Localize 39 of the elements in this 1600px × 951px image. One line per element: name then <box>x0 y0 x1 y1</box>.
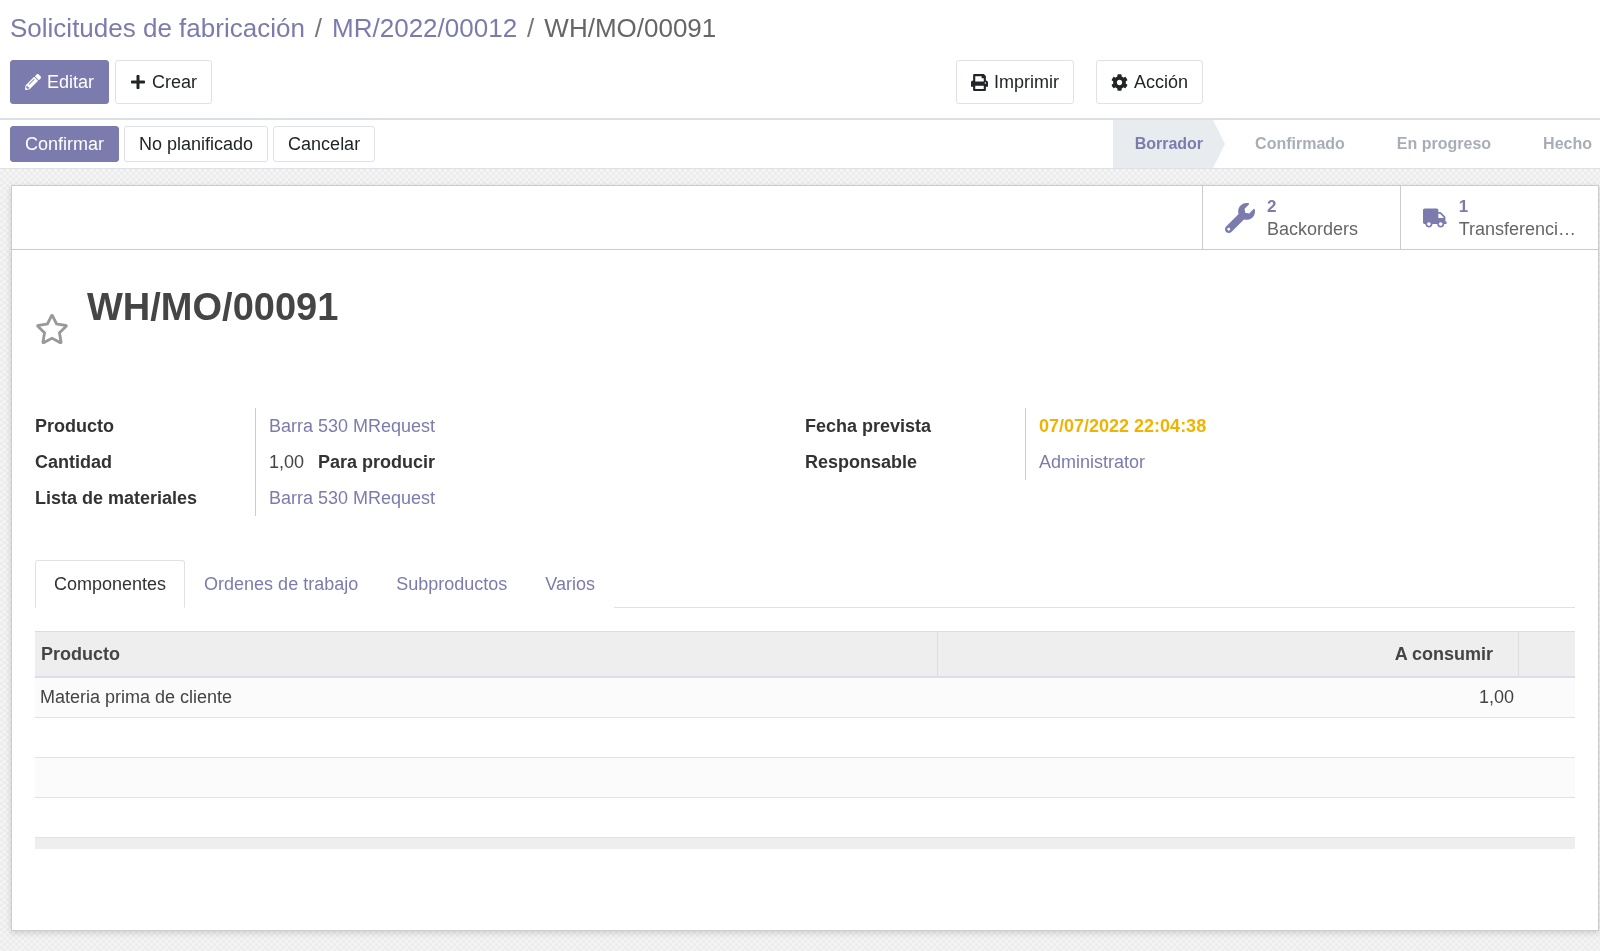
table-row[interactable]: Materia prima de cliente 1,00 <box>35 678 1575 718</box>
field-link[interactable]: Barra 530 MRequest <box>269 487 436 509</box>
status-stage[interactable]: Borrador <box>1112 120 1226 168</box>
header-button[interactable]: No planificado <box>124 126 269 162</box>
tab[interactable]: Componentes <box>35 560 186 608</box>
quantity-label: Para producir <box>318 451 436 473</box>
create-button[interactable]: Crear <box>115 60 213 104</box>
settings-icon <box>1111 73 1128 91</box>
breadcrumb-separator: / <box>527 12 535 44</box>
smart-button[interactable]: 1 Transferenci… <box>1400 186 1598 249</box>
field-link[interactable]: Barra 530 MRequest <box>269 415 436 437</box>
field-label: Fecha prevista <box>805 414 933 438</box>
plus-icon <box>130 74 147 90</box>
quantity-value: 1,00 <box>269 451 305 473</box>
pencil-icon <box>25 74 41 90</box>
record-title: WH/MO/00091 <box>87 286 339 329</box>
column-header: Producto <box>35 632 938 676</box>
star-icon[interactable] <box>35 312 69 346</box>
wrench-icon <box>1225 202 1255 233</box>
table-cell-text: 1,00 <box>1477 686 1515 709</box>
date-value: 07/07/2022 22:04:38 <box>1039 415 1207 437</box>
breadcrumb: WH/MO/00091 <box>544 12 717 44</box>
header-button[interactable]: Cancelar <box>273 126 376 162</box>
breadcrumb[interactable]: MR/2022/00012 <box>332 12 518 44</box>
action-button[interactable]: Acción <box>1096 60 1204 104</box>
breadcrumb-separator: / <box>314 12 323 44</box>
field-label: Cantidad <box>35 450 113 474</box>
smart-button[interactable]: 2 Backorders <box>1202 186 1400 249</box>
edit-button[interactable]: Editar <box>10 60 110 104</box>
field-label: Responsable <box>805 450 919 474</box>
header-button[interactable]: Confirmar <box>10 126 119 162</box>
breadcrumb[interactable]: Solicitudes de fabricación <box>10 12 305 44</box>
field-link[interactable]: Administrator <box>1039 451 1146 473</box>
printer-icon <box>971 73 988 91</box>
table-cell-text: Materia prima de cliente <box>39 686 234 709</box>
field-label: Producto <box>35 414 115 438</box>
column-header: A consumir <box>938 632 1519 676</box>
field-label: Lista de materiales <box>35 486 199 510</box>
action-button[interactable]: Imprimir <box>956 60 1074 104</box>
